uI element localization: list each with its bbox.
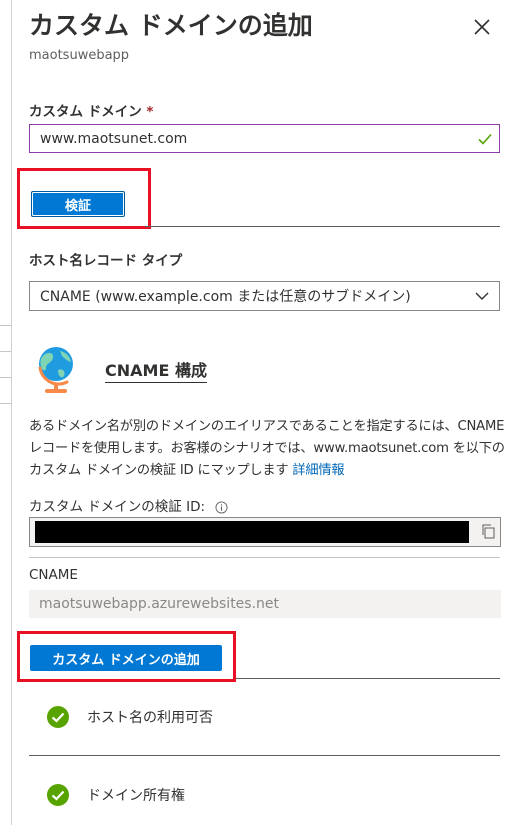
edge-divider (0, 351, 11, 352)
close-icon (474, 19, 490, 35)
globe-icon (38, 347, 73, 393)
cname-value: maotsuwebapp.azurewebsites.net (39, 596, 280, 612)
redacted-verification-id (35, 521, 469, 543)
close-button[interactable] (467, 12, 497, 42)
divider (236, 678, 500, 679)
verify-button[interactable]: 検証 (31, 191, 125, 217)
status-item-domain-ownership: ドメイン所有権 (47, 784, 185, 806)
add-custom-domain-panel: カスタム ドメインの追加 maotsuwebapp カスタム ドメイン * ww… (12, 0, 512, 825)
chevron-down-icon (475, 292, 489, 300)
edge-divider (0, 403, 11, 404)
copy-icon[interactable] (481, 524, 495, 539)
success-check-icon (47, 706, 69, 728)
panel-subtitle: maotsuwebapp (29, 48, 130, 63)
hostname-record-type-value: CNAME (www.example.com または任意のサブドメイン) (40, 289, 411, 305)
custom-domain-value: www.maotsunet.com (40, 130, 188, 147)
status-label: ドメイン所有権 (87, 788, 185, 804)
status-label: ホスト名の利用可否 (87, 710, 213, 726)
cname-description-text: あるドメイン名が別のドメインのエイリアスであることを指定するには、CNAME レ… (29, 419, 505, 478)
divider (29, 755, 500, 756)
edge-divider (0, 377, 11, 378)
background-portal-edge (0, 0, 12, 825)
cname-value-field[interactable]: maotsuwebapp.azurewebsites.net (29, 590, 501, 618)
cname-label: CNAME (29, 567, 78, 583)
more-info-link[interactable]: 詳細情報 (292, 463, 344, 478)
success-check-icon (47, 784, 69, 806)
hostname-record-type-select[interactable]: CNAME (www.example.com または任意のサブドメイン) (29, 281, 500, 311)
add-custom-domain-button[interactable]: カスタム ドメインの追加 (30, 645, 222, 671)
required-marker: * (146, 104, 154, 120)
edge-divider (0, 325, 11, 326)
checkmark-icon (478, 133, 492, 145)
panel-title: カスタム ドメインの追加 (29, 11, 313, 40)
status-item-hostname-availability: ホスト名の利用可否 (47, 706, 213, 728)
custom-domain-label: カスタム ドメイン * (29, 104, 154, 120)
cname-description: あるドメイン名が別のドメインのエイリアスであることを指定するには、CNAME レ… (29, 416, 509, 482)
custom-domain-input[interactable]: www.maotsunet.com (29, 124, 500, 153)
cname-config-heading: CNAME 構成 (105, 357, 207, 383)
divider (145, 226, 500, 227)
verification-id-label: カスタム ドメインの検証 ID: (29, 495, 228, 515)
divider (29, 557, 500, 558)
info-icon[interactable] (215, 500, 228, 514)
hostname-record-type-label: ホスト名レコード タイプ (29, 253, 183, 269)
verification-id-field[interactable] (29, 517, 501, 547)
